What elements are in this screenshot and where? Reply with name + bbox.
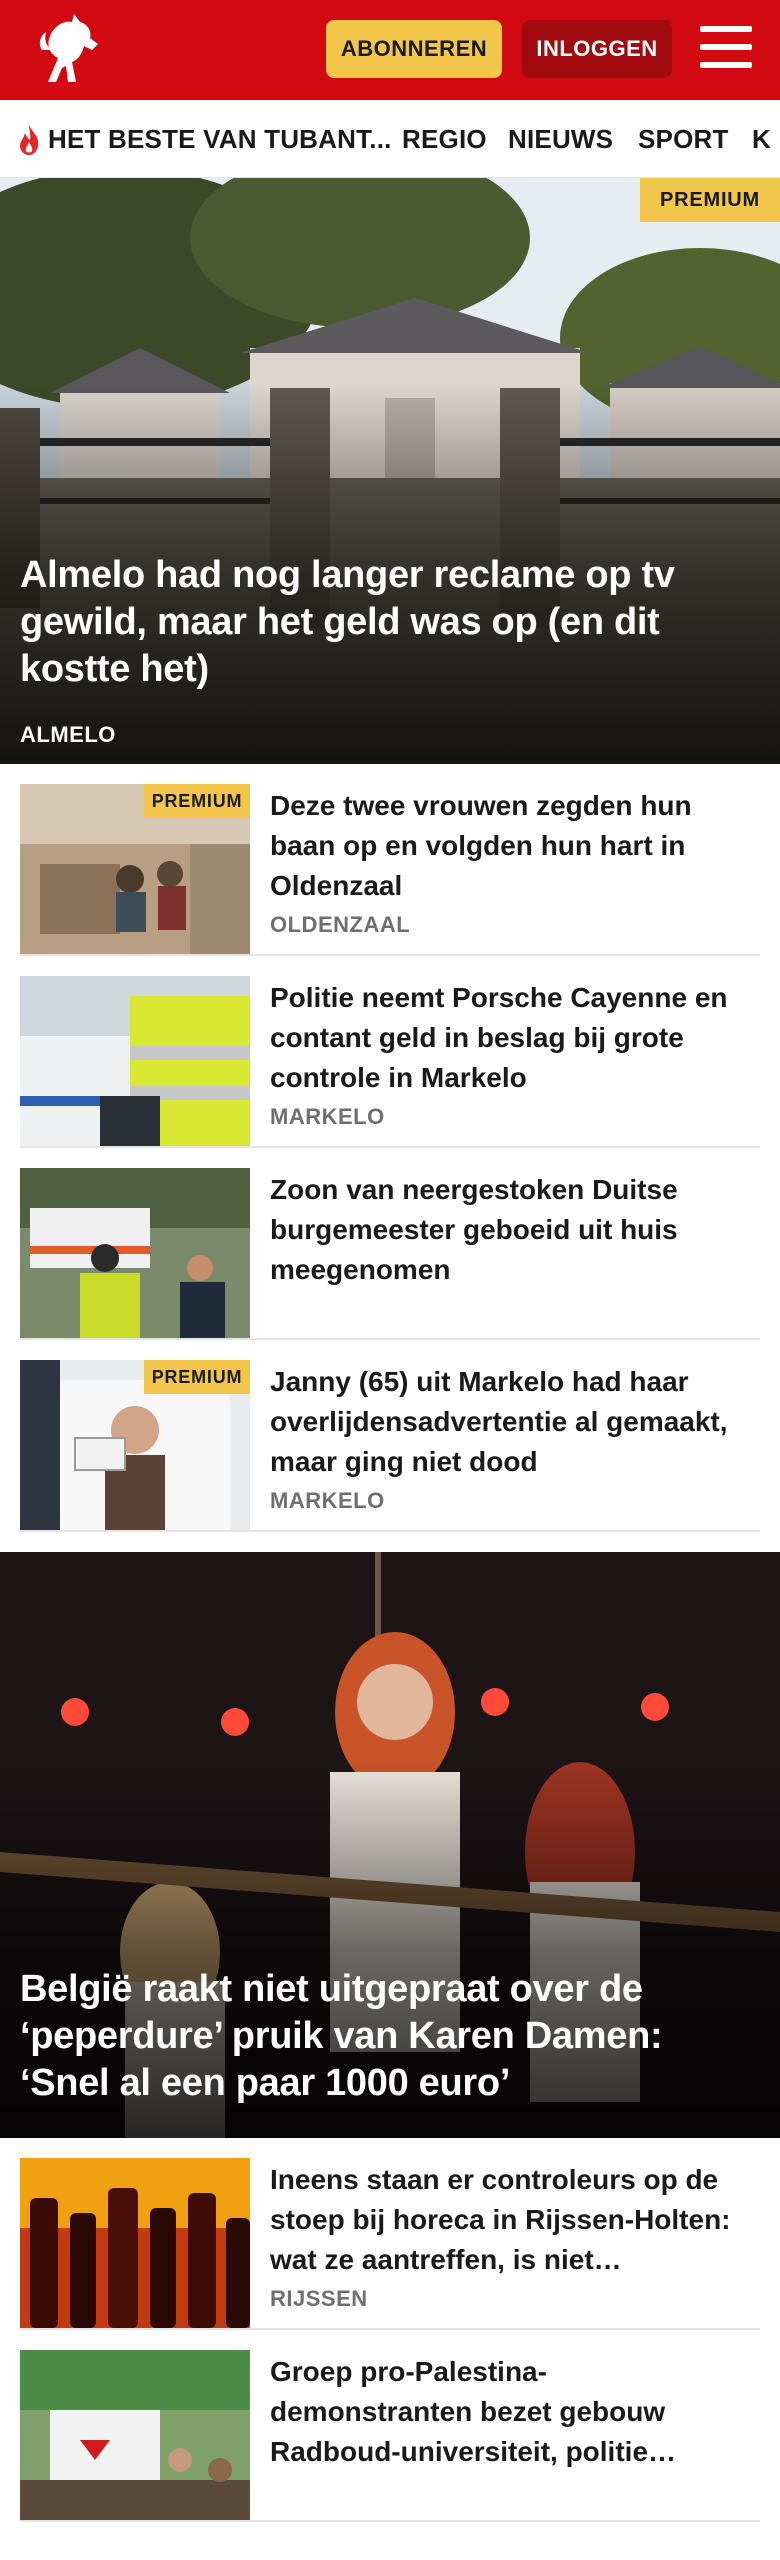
article-thumbnail xyxy=(20,2350,250,2520)
nav-item-label: K xyxy=(752,123,771,154)
hero-article[interactable]: PREMIUM Almelo had nog langer reclame op… xyxy=(0,178,780,764)
thumb-image-officers xyxy=(20,1168,250,1338)
hero-headline[interactable]: Almelo had nog langer reclame op tv gewi… xyxy=(20,552,750,693)
article-title[interactable]: Deze twee vrouwen zegden hun baan op en … xyxy=(270,786,740,906)
premium-badge: PREMIUM xyxy=(144,1360,250,1394)
thumb-image-protest xyxy=(20,2350,250,2520)
nav-item-het-beste[interactable]: HET BESTE VAN TUBANT... xyxy=(16,100,392,177)
nav-item-regio[interactable]: REGIO xyxy=(402,100,487,177)
thumb-image-police xyxy=(20,976,250,1146)
article-location: RIJSSEN xyxy=(270,2286,368,2311)
article-location: OLDENZAAL xyxy=(270,912,411,937)
article-thumbnail: PREMIUM xyxy=(20,784,250,954)
article-title[interactable]: Groep pro-Palestina-demonstranten bezet … xyxy=(270,2352,740,2472)
nav-item-nieuws[interactable]: NIEUWS xyxy=(508,100,614,177)
list-item[interactable]: Politie neemt Porsche Cayenne en contant… xyxy=(20,956,760,1148)
subscribe-button[interactable]: ABONNEREN xyxy=(326,20,502,78)
list-item[interactable]: Zoon van neergestoken Duitse burgemeeste… xyxy=(20,1148,760,1340)
horse-logo-icon[interactable] xyxy=(28,10,108,90)
hero-location: ALMELO xyxy=(20,722,116,747)
premium-badge: PREMIUM xyxy=(144,784,250,818)
article-thumbnail xyxy=(20,1168,250,1338)
list-item[interactable]: Groep pro-Palestina-demonstranten bezet … xyxy=(20,2330,760,2522)
nav-item-label: REGIO xyxy=(402,123,487,154)
article-thumbnail xyxy=(20,976,250,1146)
article-title[interactable]: Zoon van neergestoken Duitse burgemeeste… xyxy=(270,1170,740,1290)
site-header: ABONNEREN INLOGGEN xyxy=(0,0,780,100)
premium-badge: PREMIUM xyxy=(640,178,780,222)
article-title[interactable]: Janny (65) uit Markelo had haar overlijd… xyxy=(270,1362,740,1482)
nav-item-label: NIEUWS xyxy=(508,123,614,154)
nav-item-k[interactable]: K xyxy=(752,100,771,177)
article-location: MARKELO xyxy=(270,1488,385,1513)
nav-item-label: HET BESTE VAN TUBANT... xyxy=(48,123,392,154)
hero-article[interactable]: België raakt niet uitgepraat over de ‘pe… xyxy=(0,1552,780,2138)
section-nav: HET BESTE VAN TUBANT... REGIO NIEUWS SPO… xyxy=(0,100,780,178)
nav-item-sport[interactable]: SPORT xyxy=(638,100,729,177)
article-thumbnail xyxy=(20,2158,250,2328)
list-item[interactable]: PREMIUM Deze twee vrouwen zegden hun baa… xyxy=(20,764,760,956)
article-thumbnail: PREMIUM xyxy=(20,1360,250,1530)
hero-headline[interactable]: België raakt niet uitgepraat over de ‘pe… xyxy=(20,1966,750,2107)
hamburger-menu-icon[interactable] xyxy=(700,24,752,70)
list-item[interactable]: PREMIUM Janny (65) uit Markelo had haar … xyxy=(20,1340,760,1532)
article-title[interactable]: Ineens staan er controleurs op de stoep … xyxy=(270,2160,740,2280)
flame-icon xyxy=(20,124,39,155)
article-title[interactable]: Politie neemt Porsche Cayenne en contant… xyxy=(270,978,740,1098)
thumb-image-bottles xyxy=(20,2158,250,2328)
list-item[interactable]: Ineens staan er controleurs op de stoep … xyxy=(20,2138,760,2330)
login-button[interactable]: INLOGGEN xyxy=(522,20,672,78)
nav-item-label: SPORT xyxy=(638,123,729,154)
article-location: MARKELO xyxy=(270,1104,385,1129)
